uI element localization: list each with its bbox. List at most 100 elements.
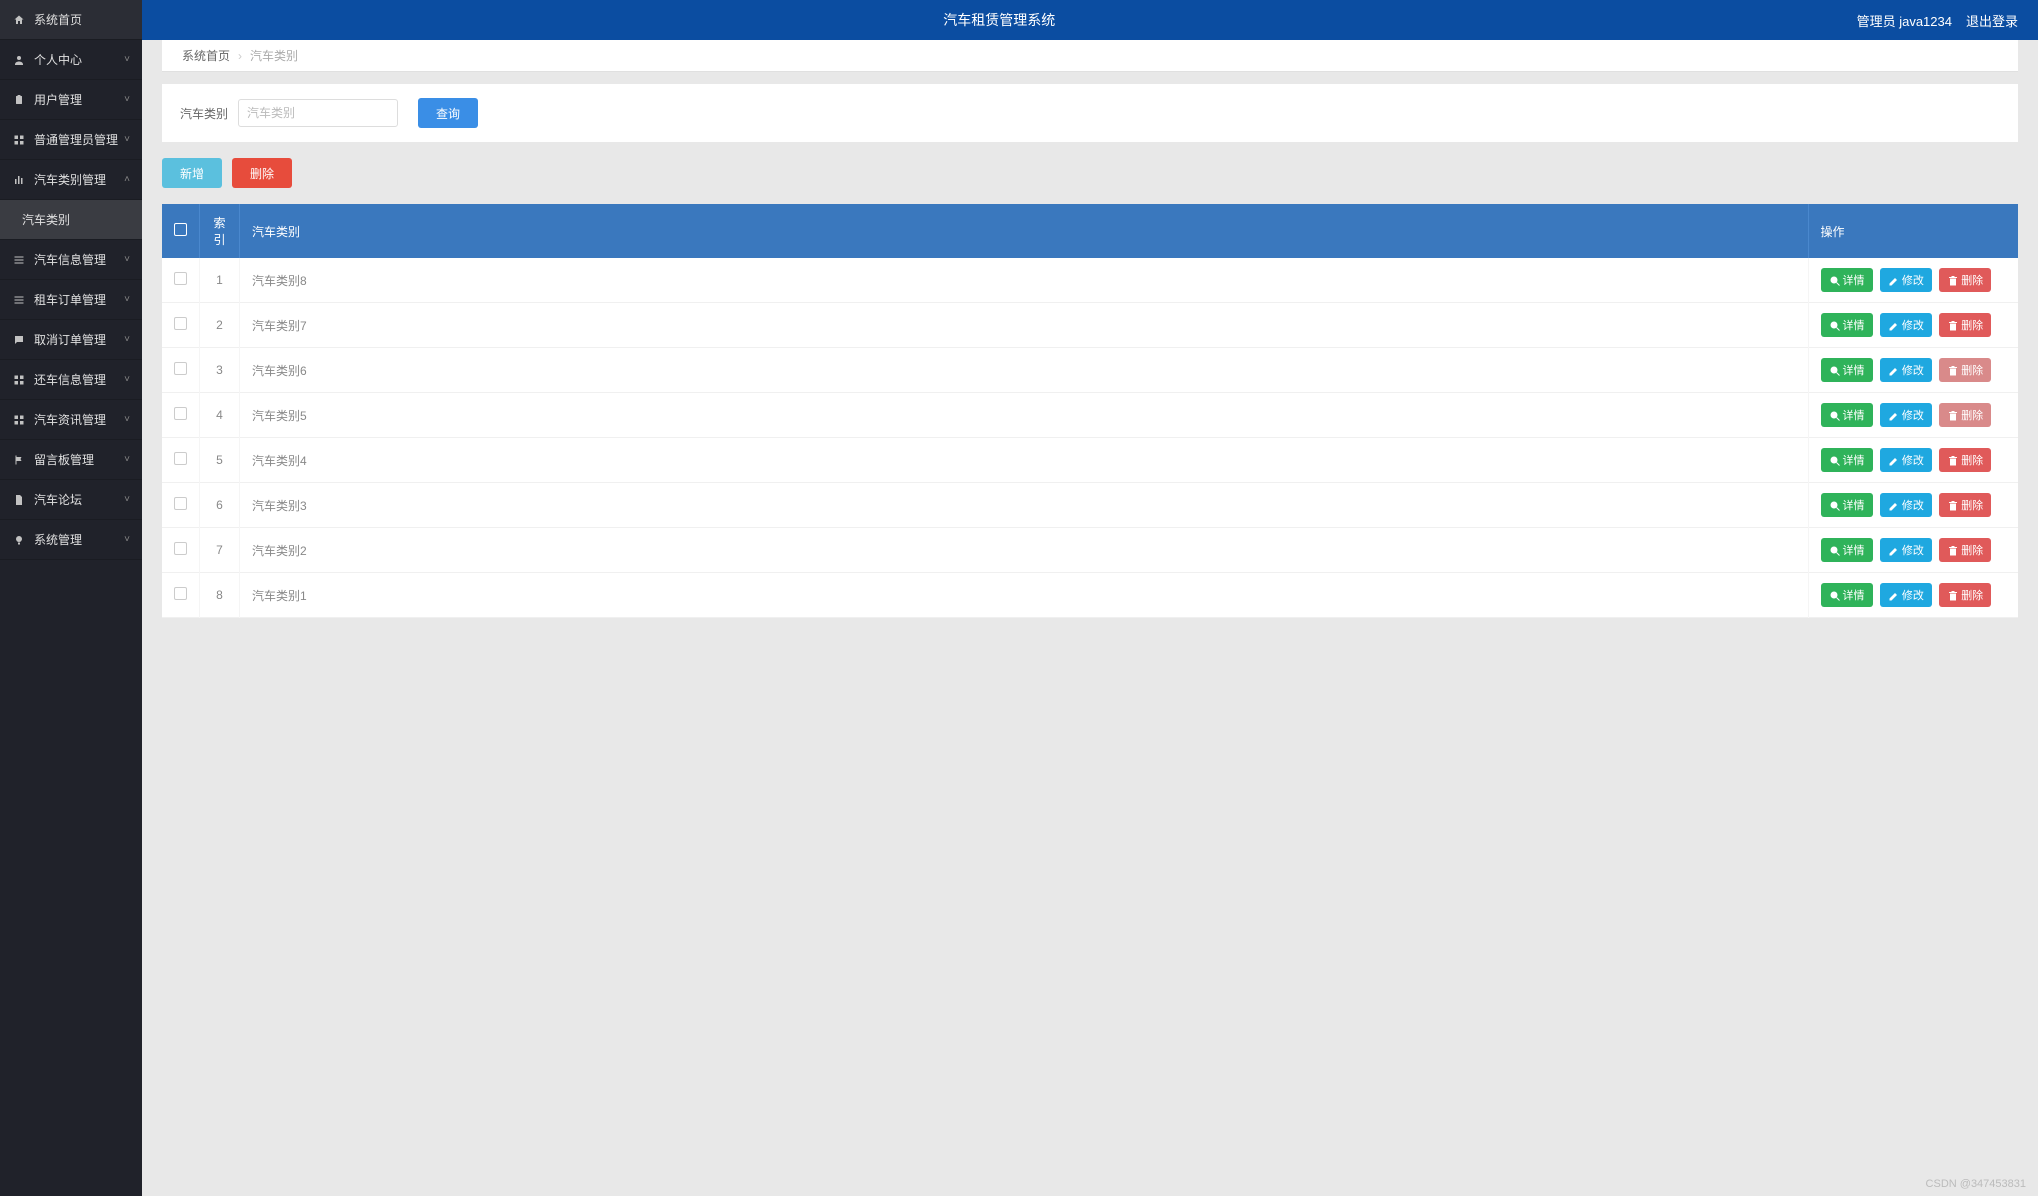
row-actions: 详情 修改 删除	[1808, 573, 2018, 618]
edit-button[interactable]: 修改	[1880, 403, 1932, 427]
detail-button[interactable]: 详情	[1821, 493, 1873, 517]
edit-button[interactable]: 修改	[1880, 493, 1932, 517]
edit-button[interactable]: 修改	[1880, 313, 1932, 337]
search-button[interactable]: 查询	[418, 98, 478, 128]
home-icon	[12, 13, 26, 27]
sidebar-item-3[interactable]: 普通管理员管理˅	[0, 120, 142, 160]
sidebar-item-label: 系统首页	[34, 11, 130, 28]
sidebar-item-0[interactable]: 系统首页	[0, 0, 142, 40]
chevron-icon: ˅	[124, 454, 130, 465]
detail-button[interactable]: 详情	[1821, 358, 1873, 382]
row-delete-button[interactable]: 删除	[1939, 358, 1991, 382]
bulb-icon	[12, 533, 26, 547]
edit-button[interactable]: 修改	[1880, 268, 1932, 292]
trash-icon	[1947, 365, 1958, 376]
sidebar-item-label: 汽车信息管理	[34, 251, 124, 268]
table-row: 8 汽车类别1 详情 修改 删除	[162, 573, 2018, 618]
grid2-icon	[12, 413, 26, 427]
row-checkbox[interactable]	[174, 407, 187, 420]
table-row: 1 汽车类别8 详情 修改 删除	[162, 258, 2018, 303]
row-delete-button[interactable]: 删除	[1939, 313, 1991, 337]
sidebar-item-label: 普通管理员管理	[34, 131, 124, 148]
row-checkbox[interactable]	[174, 542, 187, 555]
edit-icon	[1888, 365, 1899, 376]
user-icon	[12, 53, 26, 67]
breadcrumb-home[interactable]: 系统首页	[182, 47, 230, 64]
header-user-area: 管理员 java1234 退出登录	[1857, 11, 2038, 30]
detail-button[interactable]: 详情	[1821, 448, 1873, 472]
detail-button[interactable]: 详情	[1821, 583, 1873, 607]
delete-button[interactable]: 删除	[232, 158, 292, 188]
detail-button[interactable]: 详情	[1821, 538, 1873, 562]
edit-button[interactable]: 修改	[1880, 583, 1932, 607]
chevron-icon: ˅	[124, 334, 130, 345]
row-index: 3	[200, 348, 240, 393]
sidebar-item-13[interactable]: 系统管理˅	[0, 520, 142, 560]
sidebar-item-12[interactable]: 汽车论坛˅	[0, 480, 142, 520]
breadcrumb-separator: ›	[238, 49, 242, 63]
data-table-wrap: 索引 汽车类别 操作 1 汽车类别8 详情 修改 删除 2 汽车类别7 详情 修…	[162, 204, 2018, 618]
sidebar-item-label: 系统管理	[34, 531, 124, 548]
sidebar-item-2[interactable]: 用户管理˅	[0, 80, 142, 120]
detail-button[interactable]: 详情	[1821, 403, 1873, 427]
breadcrumb-current: 汽车类别	[250, 47, 298, 64]
detail-button[interactable]: 详情	[1821, 313, 1873, 337]
sidebar-item-1[interactable]: 个人中心˅	[0, 40, 142, 80]
detail-button[interactable]: 详情	[1821, 268, 1873, 292]
row-checkbox[interactable]	[174, 272, 187, 285]
top-header: 汽车租赁管理系统 管理员 java1234 退出登录	[142, 0, 2038, 40]
sidebar-item-6[interactable]: 汽车信息管理˅	[0, 240, 142, 280]
row-delete-button[interactable]: 删除	[1939, 448, 1991, 472]
row-delete-button[interactable]: 删除	[1939, 403, 1991, 427]
chevron-icon: ˅	[124, 294, 130, 305]
sidebar-item-9[interactable]: 还车信息管理˅	[0, 360, 142, 400]
row-checkbox-cell	[162, 483, 200, 528]
trash-icon	[1947, 590, 1958, 601]
edit-icon	[1888, 275, 1899, 286]
edit-icon	[1888, 320, 1899, 331]
sidebar-item-label: 汽车资讯管理	[34, 411, 124, 428]
logout-link[interactable]: 退出登录	[1966, 11, 2018, 30]
row-delete-button[interactable]: 删除	[1939, 538, 1991, 562]
sidebar-item-7[interactable]: 租车订单管理˅	[0, 280, 142, 320]
row-checkbox[interactable]	[174, 587, 187, 600]
select-all-checkbox[interactable]	[174, 223, 187, 236]
main-content: 系统首页 › 汽车类别 汽车类别 查询 新增 删除 索引 汽车类别 操作	[142, 40, 2038, 618]
chat-icon	[12, 333, 26, 347]
add-button[interactable]: 新增	[162, 158, 222, 188]
sidebar-item-5[interactable]: 汽车类别	[0, 200, 142, 240]
search-icon	[1829, 590, 1840, 601]
grid-icon	[12, 133, 26, 147]
edit-button[interactable]: 修改	[1880, 448, 1932, 472]
sidebar-item-11[interactable]: 留言板管理˅	[0, 440, 142, 480]
row-checkbox[interactable]	[174, 497, 187, 510]
row-checkbox[interactable]	[174, 362, 187, 375]
sidebar-item-label: 租车订单管理	[34, 291, 124, 308]
row-delete-button[interactable]: 删除	[1939, 493, 1991, 517]
sidebar-item-8[interactable]: 取消订单管理˅	[0, 320, 142, 360]
row-checkbox[interactable]	[174, 452, 187, 465]
edit-button[interactable]: 修改	[1880, 538, 1932, 562]
user-role-label[interactable]: 管理员 java1234	[1857, 11, 1952, 30]
grid2-icon	[12, 373, 26, 387]
list2-icon	[12, 293, 26, 307]
row-index: 6	[200, 483, 240, 528]
sidebar-item-4[interactable]: 汽车类别管理˄	[0, 160, 142, 200]
row-delete-button[interactable]: 删除	[1939, 268, 1991, 292]
table-row: 5 汽车类别4 详情 修改 删除	[162, 438, 2018, 483]
sidebar-item-10[interactable]: 汽车资讯管理˅	[0, 400, 142, 440]
chevron-icon: ˅	[124, 54, 130, 65]
app-title: 汽车租赁管理系统	[142, 10, 1857, 30]
trash-icon	[1947, 320, 1958, 331]
search-input[interactable]	[238, 99, 398, 127]
sidebar-item-label: 取消订单管理	[34, 331, 124, 348]
table-row: 2 汽车类别7 详情 修改 删除	[162, 303, 2018, 348]
chevron-icon: ˅	[124, 494, 130, 505]
edit-button[interactable]: 修改	[1880, 358, 1932, 382]
row-checkbox[interactable]	[174, 317, 187, 330]
chevron-icon: ˅	[124, 134, 130, 145]
list-icon	[12, 253, 26, 267]
header-action: 操作	[1808, 204, 2018, 258]
row-delete-button[interactable]: 删除	[1939, 583, 1991, 607]
row-category: 汽车类别6	[240, 348, 1809, 393]
